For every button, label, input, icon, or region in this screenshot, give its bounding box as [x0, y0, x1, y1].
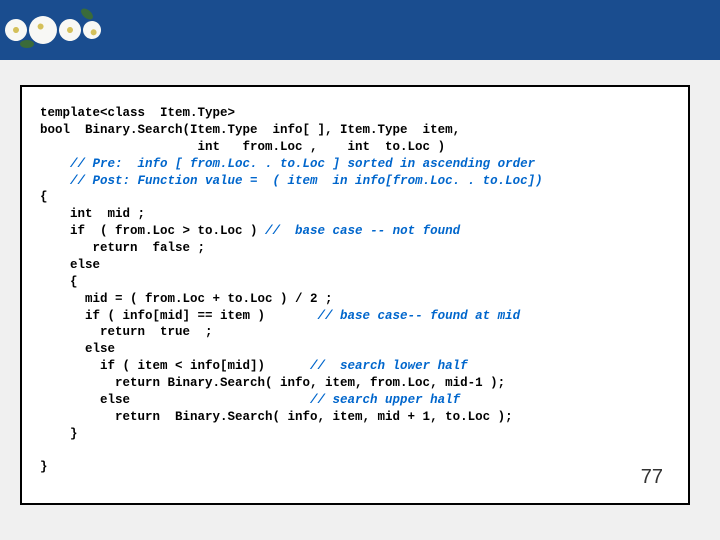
code-line: return Binary.Search( info, item, from.L…: [40, 376, 505, 390]
code-comment: // base case -- not found: [265, 224, 460, 238]
code-comment: // search upper half: [310, 393, 460, 407]
code-line: }: [40, 427, 78, 441]
code-comment: // search lower half: [310, 359, 468, 373]
flower-decoration: [0, 0, 135, 60]
code-line: {: [40, 190, 48, 204]
code-line: mid = ( from.Loc + to.Loc ) / 2 ;: [40, 292, 333, 306]
code-line: int from.Loc , int to.Loc ): [40, 140, 445, 154]
code-line: [40, 174, 70, 188]
code-line: bool Binary.Search(Item.Type info[ ], It…: [40, 123, 460, 137]
code-line: return Binary.Search( info, item, mid + …: [40, 410, 513, 424]
code-line: else: [40, 393, 310, 407]
code-line: if ( from.Loc > to.Loc ): [40, 224, 265, 238]
code-line: {: [40, 275, 78, 289]
code-content: template<class Item.Type> bool Binary.Se…: [40, 105, 678, 476]
code-line: }: [40, 460, 48, 474]
page-number: 77: [641, 464, 663, 491]
code-line: return false ;: [40, 241, 205, 255]
code-line: [40, 157, 70, 171]
header-band: [0, 0, 720, 60]
code-line: else: [40, 342, 115, 356]
code-comment: // Post: Function value = ( item in info…: [70, 174, 543, 188]
code-line: template<class Item.Type>: [40, 106, 235, 120]
code-comment: // Pre: info [ from.Loc. . to.Loc ] sort…: [70, 157, 535, 171]
code-line: int mid ;: [40, 207, 145, 221]
code-line: return true ;: [40, 325, 213, 339]
code-line: else: [40, 258, 100, 272]
code-line: if ( item < info[mid]): [40, 359, 310, 373]
code-block: template<class Item.Type> bool Binary.Se…: [20, 85, 690, 505]
code-comment: // base case-- found at mid: [318, 309, 521, 323]
code-line: if ( info[mid] == item ): [40, 309, 318, 323]
